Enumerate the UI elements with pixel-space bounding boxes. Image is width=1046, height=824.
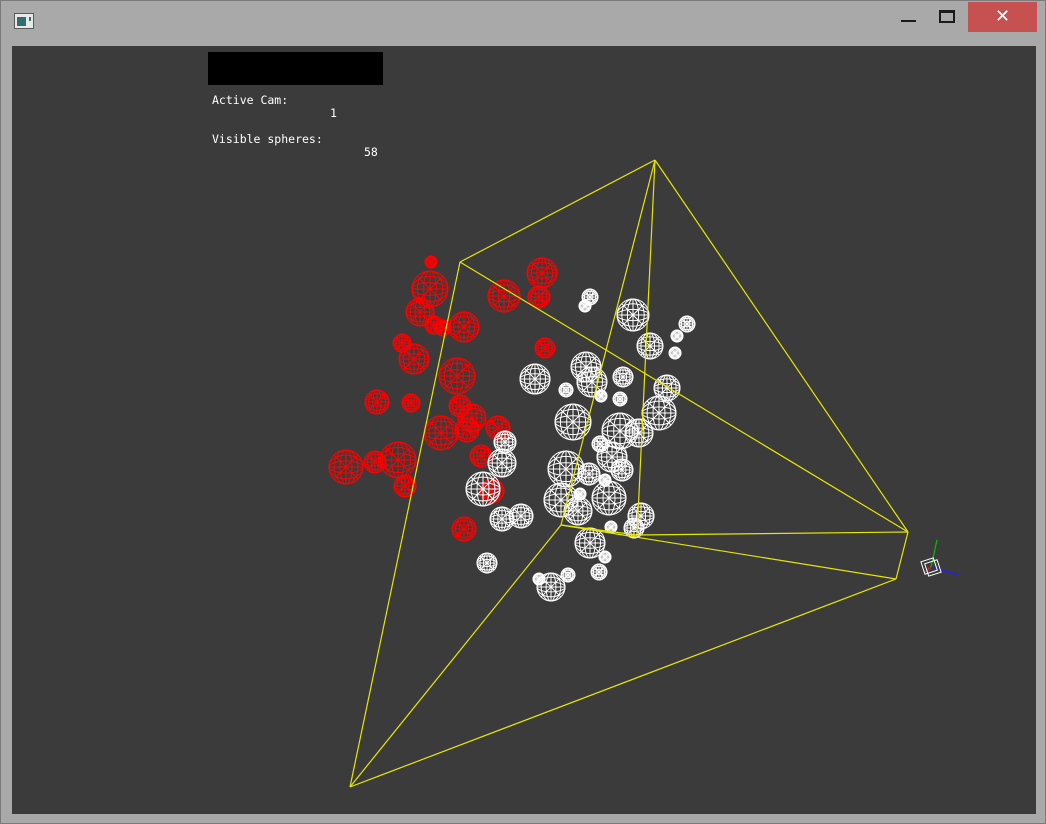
visible-sphere: [678, 315, 696, 333]
visible-sphere: [476, 552, 498, 574]
culled-sphere: [487, 279, 521, 313]
visible-sphere: [624, 418, 654, 448]
title-bar[interactable]: ✕: [1, 1, 1045, 39]
visible-sphere: [465, 471, 501, 507]
close-icon: ✕: [994, 6, 1011, 27]
minimize-icon: [901, 20, 916, 22]
culled-sphere: [363, 450, 387, 474]
culled-sphere: [424, 255, 438, 269]
camera-gizmo-icon: [920, 539, 960, 577]
visible-spheres-value: 58: [364, 145, 378, 159]
culled-sphere: [434, 319, 452, 337]
culled-sphere: [364, 389, 390, 415]
culled-sphere: [423, 415, 459, 451]
frustum-edge: [349, 524, 562, 788]
visible-sphere: [598, 550, 612, 564]
visible-sphere: [594, 389, 608, 403]
culled-sphere: [526, 257, 558, 289]
visible-sphere: [577, 462, 601, 486]
visible-sphere: [563, 496, 593, 526]
culled-sphere: [469, 444, 493, 468]
stats-overlay: Active Cam: 1 Visible spheres: 58: [208, 52, 383, 159]
visible-sphere: [591, 435, 609, 453]
maximize-icon: [939, 10, 955, 23]
close-button[interactable]: ✕: [968, 2, 1037, 32]
culled-sphere: [448, 311, 480, 343]
visible-sphere: [616, 298, 650, 332]
visible-sphere: [653, 374, 681, 402]
app-window: ✕ Active Cam: 1 Visible spheres: 58: [0, 0, 1046, 824]
frustum-edge: [459, 159, 656, 263]
culled-sphere: [454, 417, 480, 443]
frustum-edge: [654, 159, 909, 533]
visible-sphere: [590, 563, 608, 581]
culled-sphere: [438, 357, 476, 395]
frustum-edge: [636, 531, 909, 536]
frustum-edge: [636, 159, 656, 536]
visible-sphere: [610, 458, 634, 482]
visible-sphere: [532, 572, 546, 586]
culled-sphere: [328, 449, 364, 485]
culled-sphere: [534, 337, 556, 359]
render-viewport[interactable]: Active Cam: 1 Visible spheres: 58: [12, 46, 1036, 814]
visible-sphere: [519, 363, 551, 395]
visible-sphere: [612, 366, 634, 388]
frustum-edge: [349, 578, 897, 788]
visible-sphere: [670, 329, 684, 343]
visible-sphere: [636, 332, 664, 360]
visible-sphere: [487, 448, 517, 478]
maximize-button[interactable]: [925, 2, 971, 32]
visible-sphere: [578, 299, 592, 313]
culled-sphere: [451, 516, 477, 542]
scene-canvas[interactable]: [12, 46, 1036, 814]
visible-sphere: [668, 346, 682, 360]
frustum-edge: [895, 531, 909, 580]
visible-spheres-label: Visible spheres:: [212, 132, 323, 146]
active-cam-label: Active Cam:: [212, 93, 289, 107]
active-cam-value: 1: [330, 106, 337, 120]
culled-sphere: [401, 393, 421, 413]
visible-sphere: [612, 391, 628, 407]
visible-sphere: [554, 403, 592, 441]
app-window-icon[interactable]: [14, 13, 34, 29]
axis-y-line: [930, 539, 938, 568]
frustum-edge: [459, 261, 909, 533]
culled-sphere: [398, 343, 430, 375]
sphere-cloud: [328, 255, 696, 602]
visible-sphere: [489, 506, 515, 532]
culled-sphere: [457, 403, 487, 433]
visible-sphere: [558, 382, 574, 398]
visible-sphere: [591, 480, 627, 516]
